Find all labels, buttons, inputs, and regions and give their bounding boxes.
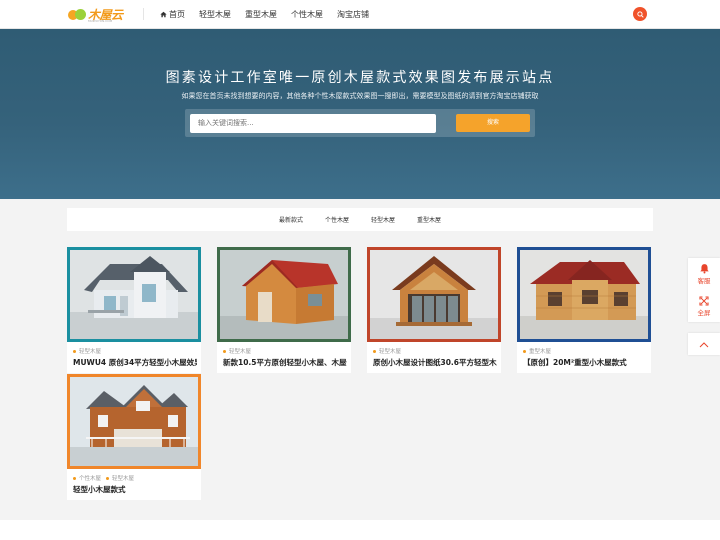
card-category-label[interactable]: 重型木屋 bbox=[529, 347, 551, 355]
nav-item-label: 轻型木屋 bbox=[199, 9, 231, 19]
product-card[interactable]: 个性木屋 轻型木屋 轻型小木屋款式 bbox=[67, 374, 201, 500]
card-thumbnail[interactable] bbox=[517, 247, 651, 342]
top-header: 木屋云 MUWUYUN.COM 首页 轻型木屋 重型木屋 个性木屋 淘宝店铺 bbox=[0, 0, 720, 29]
fullscreen-button[interactable]: 全屏 bbox=[688, 290, 720, 322]
card-thumbnail[interactable] bbox=[217, 247, 351, 342]
nav-item-label: 个性木屋 bbox=[291, 9, 323, 19]
card-category-label[interactable]: 轻型木屋 bbox=[379, 347, 401, 355]
nav-item-label: 首页 bbox=[169, 9, 185, 19]
nav-item-light[interactable]: 轻型木屋 bbox=[199, 9, 231, 20]
card-thumbnail[interactable] bbox=[67, 247, 201, 342]
card-category: 个性木屋 轻型木屋 bbox=[73, 474, 134, 482]
card-category-label[interactable]: 轻型木屋 bbox=[112, 474, 134, 482]
tab-heavy[interactable]: 重型木屋 bbox=[417, 215, 441, 224]
category-dot bbox=[223, 349, 226, 353]
hero-banner: 图素设计工作室唯一原创木屋款式效果图发布展示站点 如果您在首页未找到想要的内容，… bbox=[0, 29, 720, 199]
tab-custom[interactable]: 个性木屋 bbox=[325, 215, 349, 224]
nav-item-heavy[interactable]: 重型木屋 bbox=[245, 9, 277, 20]
chevron-up-icon bbox=[699, 341, 709, 347]
card-category-label[interactable]: 轻型木屋 bbox=[79, 347, 101, 355]
card-category-label[interactable]: 轻型木屋 bbox=[229, 347, 251, 355]
card-title[interactable]: 轻型小木屋款式 bbox=[73, 484, 197, 495]
category-dot bbox=[73, 476, 76, 480]
hero-subtitle: 如果您在首页未找到想要的内容，其他各种个性木屋款式效果图一搜即出，需要模型及图纸… bbox=[181, 92, 539, 100]
bell-icon bbox=[699, 264, 709, 274]
card-category: 轻型木屋 bbox=[223, 347, 251, 355]
category-dot bbox=[106, 476, 110, 480]
search-icon bbox=[636, 10, 644, 18]
category-tabs: 最新款式 个性木屋 轻型木屋 重型木屋 bbox=[67, 208, 653, 231]
product-card[interactable]: 重型木屋 【原创】20M²重型小木屋款式 bbox=[517, 247, 651, 373]
card-category: 轻型木屋 bbox=[73, 347, 101, 355]
product-card[interactable]: 轻型木屋 新款10.5平方原创轻型小木屋、木屋保安亭 bbox=[217, 247, 351, 373]
house-image bbox=[370, 250, 498, 339]
search-input[interactable] bbox=[190, 114, 436, 133]
main-nav: 首页 轻型木屋 重型木屋 个性木屋 淘宝店铺 bbox=[160, 0, 383, 28]
card-category: 轻型木屋 bbox=[373, 347, 401, 355]
footer-band bbox=[0, 520, 720, 540]
category-dot bbox=[73, 349, 76, 353]
nav-item-taobao[interactable]: 淘宝店铺 bbox=[337, 9, 369, 20]
nav-divider bbox=[143, 8, 144, 20]
home-icon bbox=[160, 11, 167, 17]
house-image bbox=[70, 250, 198, 339]
hero-search-box: 搜索 bbox=[185, 109, 535, 137]
card-category-label[interactable]: 个性木屋 bbox=[79, 474, 101, 482]
tab-latest[interactable]: 最新款式 bbox=[279, 215, 303, 224]
logo-subtext: MUWUYUN.COM bbox=[88, 19, 113, 23]
house-image bbox=[220, 250, 348, 339]
hero-title: 图素设计工作室唯一原创木屋款式效果图发布展示站点 bbox=[165, 70, 555, 86]
side-fullscreen-label: 全屏 bbox=[697, 308, 711, 317]
logo-icon bbox=[68, 7, 86, 21]
card-title[interactable]: 新款10.5平方原创轻型小木屋、木屋保安亭 bbox=[223, 357, 347, 368]
side-float-toolbar: 客服 全屏 bbox=[688, 258, 720, 322]
card-title[interactable]: 【原创】20M²重型小木屋款式 bbox=[523, 357, 647, 368]
nav-item-label: 淘宝店铺 bbox=[337, 9, 369, 19]
fullscreen-icon bbox=[699, 295, 709, 306]
card-category: 重型木屋 bbox=[523, 347, 551, 355]
nav-item-custom[interactable]: 个性木屋 bbox=[291, 9, 323, 20]
house-image bbox=[520, 250, 648, 339]
back-to-top-button[interactable] bbox=[688, 333, 720, 355]
category-dot bbox=[523, 349, 526, 353]
card-thumbnail[interactable] bbox=[67, 374, 201, 469]
card-thumbnail[interactable] bbox=[367, 247, 501, 342]
nav-item-home[interactable]: 首页 bbox=[160, 9, 185, 20]
customer-service-button[interactable]: 客服 bbox=[688, 258, 720, 290]
card-title[interactable]: 原创小木屋设计图纸30.6平方轻型木屋效果图 bbox=[373, 357, 497, 368]
tab-light[interactable]: 轻型木屋 bbox=[371, 215, 395, 224]
card-title[interactable]: MUWU4 原创34平方轻型小木屋效果图 bbox=[73, 357, 197, 368]
nav-item-label: 重型木屋 bbox=[245, 9, 277, 19]
product-card[interactable]: 轻型木屋 原创小木屋设计图纸30.6平方轻型木屋效果图 bbox=[367, 247, 501, 373]
site-logo[interactable]: 木屋云 MUWUYUN.COM bbox=[68, 5, 123, 23]
product-card[interactable]: 轻型木屋 MUWU4 原创34平方轻型小木屋效果图 bbox=[67, 247, 201, 373]
side-service-label: 客服 bbox=[697, 277, 711, 285]
category-dot bbox=[373, 349, 376, 353]
search-submit-button[interactable]: 搜索 bbox=[456, 114, 530, 132]
house-image bbox=[70, 377, 198, 466]
header-search-button[interactable] bbox=[633, 7, 647, 21]
